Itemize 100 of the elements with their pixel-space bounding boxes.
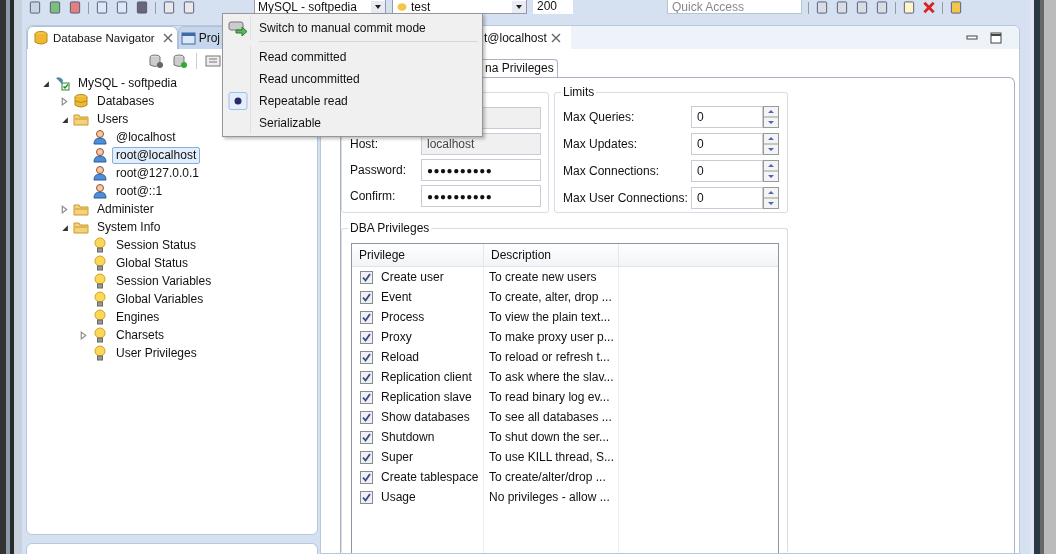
tree-item[interactable]: @localhost xyxy=(112,128,180,146)
database-add-icon[interactable] xyxy=(172,53,188,69)
checkbox[interactable] xyxy=(360,350,373,364)
spinner[interactable] xyxy=(763,106,779,128)
number-field[interactable]: 0 xyxy=(691,106,763,128)
menu-item[interactable]: Read uncommitted xyxy=(225,68,480,90)
privilege-name: Show databases xyxy=(381,410,470,424)
connection-combo[interactable]: MySQL - softpedia xyxy=(254,0,386,14)
checkbox[interactable] xyxy=(360,410,373,424)
tree-item[interactable]: User Privileges xyxy=(112,344,201,362)
database-combo[interactable]: test xyxy=(392,0,527,14)
privilege-description: To create new users xyxy=(484,267,619,287)
tree-item[interactable]: MySQL - softpedia xyxy=(74,74,181,92)
checkbox[interactable] xyxy=(360,370,373,384)
checkbox[interactable] xyxy=(360,330,373,344)
privilege-name: Replication client xyxy=(381,370,472,384)
result-limit-field[interactable]: 200 xyxy=(533,0,573,14)
database-icon xyxy=(396,0,408,13)
expand-arrow-icon[interactable] xyxy=(60,204,69,214)
checkbox[interactable] xyxy=(360,450,373,464)
tree-item[interactable]: Engines xyxy=(112,308,164,326)
privilege-description: To create/alter/drop ... xyxy=(484,467,619,487)
expand-arrow-icon[interactable] xyxy=(60,96,69,106)
checkbox[interactable] xyxy=(360,470,373,484)
expand-arrow-icon[interactable] xyxy=(79,330,88,340)
checkbox[interactable] xyxy=(360,430,373,444)
privilege-description: To reload or refresh t... xyxy=(484,347,619,367)
menu-item[interactable]: Switch to manual commit mode xyxy=(225,16,480,40)
number-field[interactable]: 0 xyxy=(691,160,763,182)
quick-access-field[interactable]: Quick Access xyxy=(667,0,802,14)
privilege-name: Reload xyxy=(381,350,420,364)
tree-item[interactable]: Session Status xyxy=(112,236,201,254)
tree-item[interactable]: root@::1 xyxy=(112,182,167,200)
field-label: Max Queries: xyxy=(563,110,636,124)
tree-item[interactable]: Session Variables xyxy=(112,272,216,290)
privilege-name: Super xyxy=(381,450,414,464)
navigator-tab[interactable]: Database Navigator xyxy=(27,26,178,49)
text-field[interactable]: ●●●●●●●●●● xyxy=(421,185,541,207)
window-icon xyxy=(180,30,197,46)
privilege-description: To read binary log ev... xyxy=(484,387,619,407)
spinner[interactable] xyxy=(763,160,779,182)
tree-item[interactable]: System Info xyxy=(93,218,165,236)
tree-item[interactable]: root@127.0.0.1 xyxy=(112,164,203,182)
checkbox[interactable] xyxy=(360,390,373,404)
privilege-name: Replication slave xyxy=(381,390,472,404)
database-settings-icon[interactable] xyxy=(148,53,164,69)
privilege-description: To see all databases ... xyxy=(484,407,619,427)
close-icon[interactable] xyxy=(550,32,561,43)
privilege-description: To ask where the slav... xyxy=(484,367,619,387)
field-label: Max User Connections: xyxy=(563,191,689,205)
lightbulb-icon xyxy=(92,273,108,289)
checkbox[interactable] xyxy=(360,290,373,304)
lightbulb-icon xyxy=(92,327,108,343)
menu-item[interactable]: Serializable xyxy=(225,112,480,134)
lightbulb-icon xyxy=(92,345,108,361)
close-icon[interactable] xyxy=(162,33,173,43)
tree-item[interactable]: Users xyxy=(93,110,133,128)
checkbox[interactable] xyxy=(360,270,373,284)
field-label: Max Updates: xyxy=(563,137,639,151)
privilege-description: To use KILL thread, S... xyxy=(484,447,619,467)
field-label: Max Connections: xyxy=(563,164,661,178)
privilege-description: To view the plain text... xyxy=(484,307,619,327)
field-label: Password: xyxy=(350,163,408,177)
spinner[interactable] xyxy=(763,133,779,155)
number-field[interactable]: 0 xyxy=(691,133,763,155)
privilege-description: No privileges - allow ... xyxy=(484,487,619,507)
user-icon xyxy=(92,183,108,199)
privilege-name: Event xyxy=(381,290,412,304)
maximize-icon[interactable] xyxy=(989,30,1003,45)
database-icon xyxy=(33,30,49,46)
checkbox[interactable] xyxy=(360,310,373,324)
connection-icon xyxy=(54,75,70,91)
privilege-name: Shutdown xyxy=(381,430,435,444)
tree-item[interactable]: Administer xyxy=(93,200,158,218)
user-icon xyxy=(92,129,108,145)
privilege-name: Usage xyxy=(381,490,416,504)
spinner[interactable] xyxy=(763,187,779,209)
close-icon[interactable] xyxy=(922,1,936,14)
tree-item[interactable]: root@localhost xyxy=(112,146,201,164)
column-header[interactable]: Description xyxy=(484,244,619,266)
menu-item[interactable]: Read committed xyxy=(225,46,480,68)
tree-item[interactable]: Global Status xyxy=(112,254,193,272)
field-label: Host: xyxy=(350,137,379,151)
field-label: Confirm: xyxy=(350,189,397,203)
text-field[interactable]: ●●●●●●●●●● xyxy=(421,159,541,181)
lightbulb-icon xyxy=(92,291,108,307)
tree-item[interactable]: Charsets xyxy=(112,326,169,344)
group-title: Limits xyxy=(561,85,597,99)
checkbox[interactable] xyxy=(360,490,373,504)
privilege-name: Process xyxy=(381,310,425,324)
privilege-name: Create user xyxy=(381,270,444,284)
tree-item[interactable]: Global Variables xyxy=(112,290,208,308)
menu-item[interactable]: Repeatable read xyxy=(225,90,480,112)
number-field[interactable]: 0 xyxy=(691,187,763,209)
tree-item[interactable]: Databases xyxy=(93,92,159,110)
database-icon xyxy=(73,93,89,109)
privilege-description: To shut down the ser... xyxy=(484,427,619,447)
column-header[interactable]: Privilege xyxy=(352,244,484,266)
group-title: DBA Privileges xyxy=(348,221,432,235)
folder-icon xyxy=(73,111,89,127)
